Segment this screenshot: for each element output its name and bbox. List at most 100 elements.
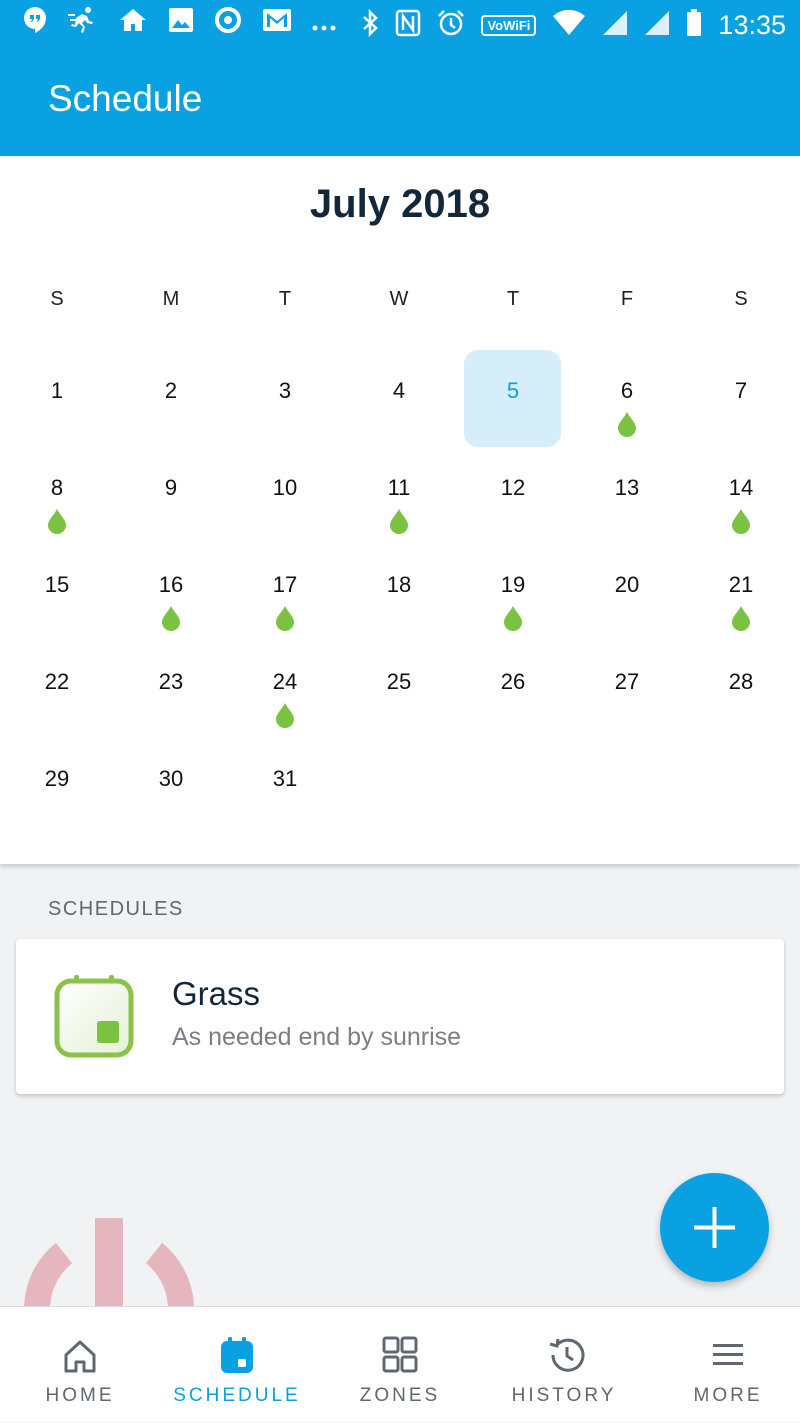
home-icon — [118, 7, 148, 43]
water-drop-icon — [276, 703, 294, 728]
status-bar: VoWiFi 13:35 — [0, 0, 800, 50]
weekday-label: F — [620, 288, 634, 310]
day-number: 27 — [614, 669, 640, 694]
bluetooth-icon — [361, 8, 379, 42]
calendar-day[interactable]: 31 — [228, 737, 342, 834]
day-number: 20 — [614, 572, 640, 597]
status-bar-notifications — [22, 6, 336, 44]
calendar-day[interactable]: 26 — [456, 640, 570, 737]
day-number: 7 — [734, 378, 748, 403]
calendar-day[interactable]: 30 — [114, 737, 228, 834]
nav-home[interactable]: HOME — [0, 1307, 160, 1423]
alarm-icon — [437, 9, 465, 42]
calendar-day[interactable]: 1 — [0, 349, 114, 446]
grid-icon — [382, 1335, 418, 1375]
calendar-day[interactable]: 3 — [228, 349, 342, 446]
day-number: 31 — [272, 766, 298, 791]
weekday-label: W — [389, 288, 409, 310]
calendar-day[interactable]: 22 — [0, 640, 114, 737]
vowifi-icon: VoWiFi — [481, 14, 537, 36]
day-number: 29 — [44, 766, 70, 791]
gallery-icon — [168, 7, 194, 43]
hangouts-icon — [22, 6, 48, 44]
nfc-icon — [395, 9, 421, 42]
day-number: 28 — [728, 669, 754, 694]
day-number: 1 — [50, 378, 64, 403]
day-number: 18 — [386, 572, 412, 597]
circle-app-icon — [214, 6, 242, 44]
calendar-day-selected[interactable]: 5 — [456, 349, 570, 447]
schedules-section-label: SCHEDULES — [48, 898, 184, 920]
day-number: 3 — [278, 378, 292, 403]
status-bar-system: VoWiFi 13:35 — [361, 8, 786, 42]
nav-more[interactable]: MORE — [648, 1307, 800, 1423]
calendar-day[interactable]: 4 — [342, 349, 456, 446]
day-number: 9 — [164, 475, 178, 500]
month-title: July 2018 — [309, 182, 491, 226]
calendar-day[interactable]: 29 — [0, 737, 114, 834]
calendar-day[interactable]: 18 — [342, 543, 456, 640]
day-number: 13 — [614, 475, 640, 500]
plus-icon — [694, 1207, 735, 1248]
menu-icon — [710, 1335, 746, 1375]
history-icon — [546, 1335, 585, 1375]
nav-more-label: MORE — [693, 1385, 763, 1406]
calendar-day[interactable]: 17 — [228, 543, 342, 640]
day-number: 16 — [158, 572, 184, 597]
gmail-icon — [262, 8, 292, 42]
calendar-day[interactable]: 19 — [456, 543, 570, 640]
day-number: 23 — [158, 669, 184, 694]
weekday-label: T — [278, 288, 292, 310]
calendar-day[interactable]: 10 — [228, 446, 342, 543]
calendar-day[interactable]: 15 — [0, 543, 114, 640]
day-number: 6 — [620, 378, 634, 403]
calendar-day[interactable]: 6 — [570, 349, 684, 446]
calendar-day[interactable]: 2 — [114, 349, 228, 446]
nav-home-label: HOME — [45, 1385, 115, 1406]
nav-history[interactable]: HISTORY — [484, 1307, 644, 1423]
calendar-day[interactable]: 21 — [684, 543, 798, 640]
water-drop-icon — [276, 606, 294, 631]
day-number: 8 — [50, 475, 64, 500]
water-drop-icon — [48, 509, 66, 534]
day-number: 25 — [386, 669, 412, 694]
calendar-day[interactable]: 7 — [684, 349, 798, 446]
nav-zones-label: ZONES — [359, 1385, 441, 1406]
add-schedule-button[interactable] — [660, 1173, 769, 1282]
bottom-navigation: HOME SCHEDULE ZONES HISTORY MORE — [0, 1306, 800, 1422]
calendar-day[interactable]: 9 — [114, 446, 228, 543]
signal-roaming-icon — [644, 10, 670, 41]
water-drop-icon — [618, 412, 636, 437]
calendar-day[interactable]: 13 — [570, 446, 684, 543]
day-number: 26 — [500, 669, 526, 694]
calendar-day[interactable]: 12 — [456, 446, 570, 543]
wifi-icon — [552, 9, 586, 41]
schedule-description: As needed end by sunrise — [172, 1023, 462, 1051]
nav-zones[interactable]: ZONES — [320, 1307, 480, 1423]
day-number: 17 — [272, 572, 298, 597]
calendar-icon — [219, 1335, 255, 1375]
calendar-day[interactable]: 11 — [342, 446, 456, 543]
more-dots-icon — [312, 8, 336, 42]
calendar-day[interactable]: 24 — [228, 640, 342, 737]
calendar-day[interactable]: 25 — [342, 640, 456, 737]
calendar-day[interactable]: 27 — [570, 640, 684, 737]
calendar-day[interactable]: 16 — [114, 543, 228, 640]
home-icon — [62, 1335, 98, 1375]
app-bar: Schedule — [0, 50, 800, 156]
day-number: 24 — [272, 669, 298, 694]
calendar-day[interactable]: 14 — [684, 446, 798, 543]
water-drop-icon — [162, 606, 180, 631]
day-number: 14 — [728, 475, 754, 500]
clock-time: 13:35 — [718, 10, 786, 40]
nav-schedule[interactable]: SCHEDULE — [157, 1307, 317, 1423]
weekday-label: M — [162, 288, 180, 310]
calendar-day[interactable]: 23 — [114, 640, 228, 737]
page-title: Schedule — [48, 78, 203, 119]
calendar-day[interactable]: 20 — [570, 543, 684, 640]
day-number: 15 — [44, 572, 70, 597]
schedule-card-grass[interactable]: Grass As needed end by sunrise — [16, 939, 784, 1094]
calendar-day[interactable]: 8 — [0, 446, 114, 543]
calendar-day[interactable]: 28 — [684, 640, 798, 737]
schedule-name: Grass — [172, 975, 261, 1012]
